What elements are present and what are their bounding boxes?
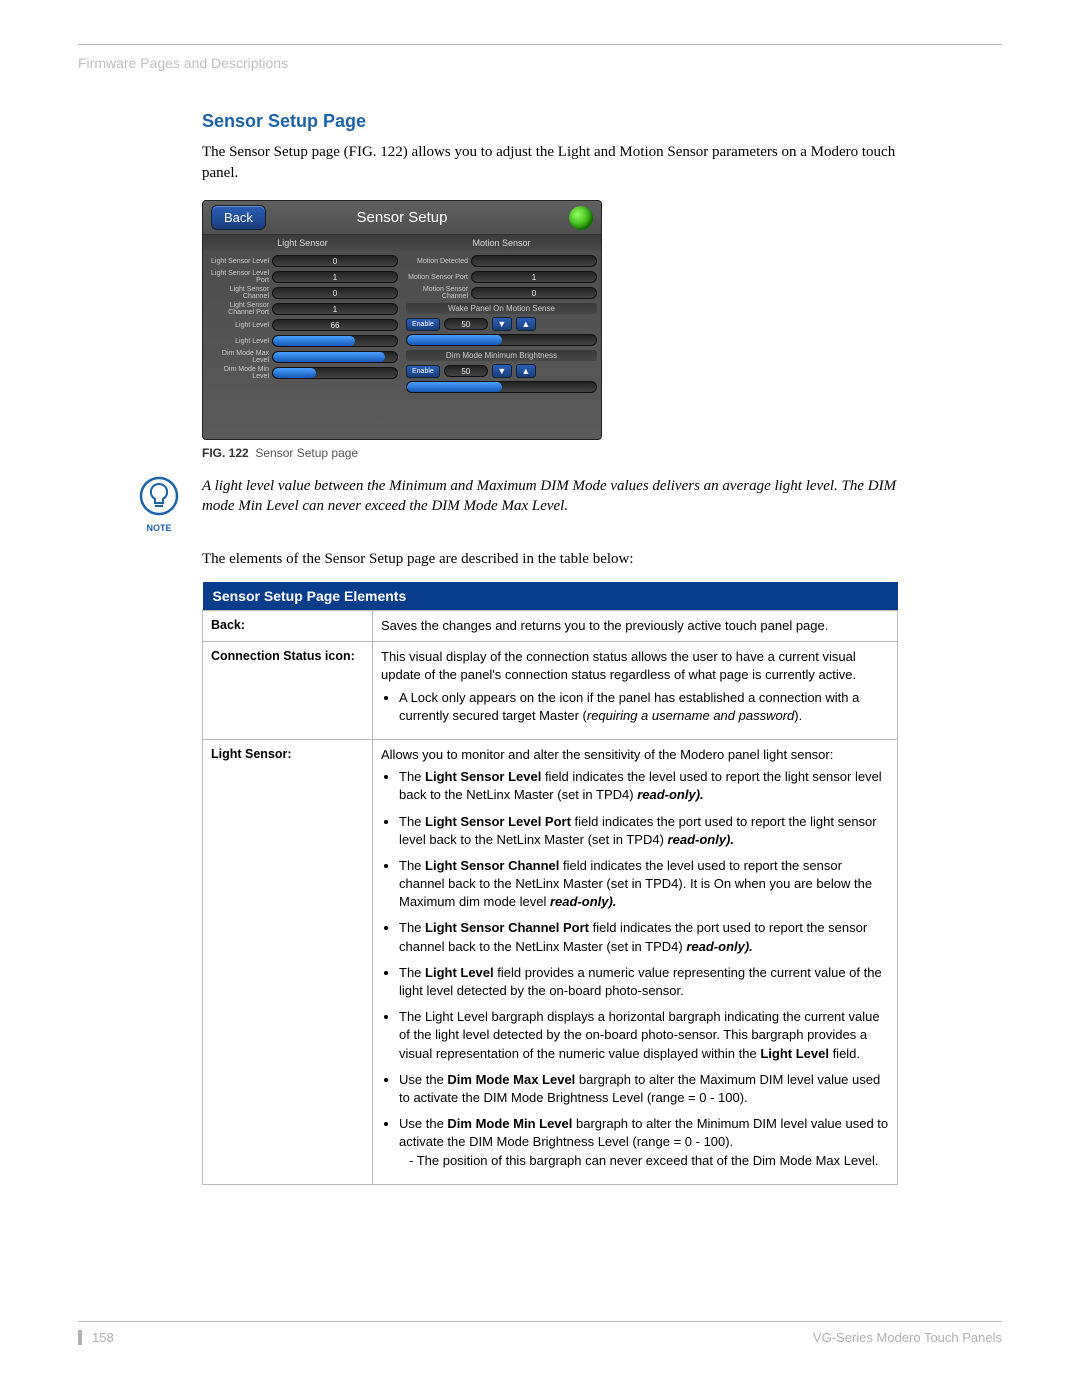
motion-sensor-channel: 0 [471, 287, 597, 299]
left-col-header: Light Sensor [203, 235, 402, 251]
wake-up-button[interactable]: ▲ [516, 317, 536, 331]
light-sensor-channel: 0 [272, 287, 398, 299]
dim-min-enable-button[interactable]: Enable [406, 365, 440, 378]
dim-min-down-button[interactable]: ▼ [492, 364, 512, 378]
back-button[interactable]: Back [211, 205, 266, 230]
intro-paragraph: The Sensor Setup page (FIG. 122) allows … [202, 142, 898, 184]
section-header: Firmware Pages and Descriptions [78, 45, 1002, 71]
motion-detected [471, 255, 597, 267]
figure-caption: FIG. 122 Sensor Setup page [202, 446, 898, 460]
sensor-setup-panel: Back Sensor Setup Light Sensor Motion Se… [202, 200, 602, 440]
motion-sensor-port: 1 [471, 271, 597, 283]
page-number: 158 [78, 1330, 114, 1345]
note-text: A light level value between the Minimum … [202, 476, 898, 517]
dim-min-section-label: Dim Mode Minimum Brightness [406, 350, 597, 361]
dim-mode-max-bargraph[interactable] [272, 351, 398, 363]
dim-min-up-button[interactable]: ▲ [516, 364, 536, 378]
table-intro: The elements of the Sensor Setup page ar… [202, 549, 898, 570]
note-label: NOTE [134, 523, 184, 533]
light-level-value: 66 [272, 319, 398, 331]
elements-table: Sensor Setup Page Elements Back: Saves t… [202, 582, 898, 1185]
wake-value: 50 [444, 318, 488, 330]
note-bulb-icon [139, 476, 179, 516]
connection-status-icon [569, 206, 593, 230]
dim-min-bargraph[interactable] [406, 381, 597, 393]
wake-bargraph[interactable] [406, 334, 597, 346]
dim-mode-min-bargraph[interactable] [272, 367, 398, 379]
figure-122: Back Sensor Setup Light Sensor Motion Se… [202, 200, 898, 460]
page-heading: Sensor Setup Page [202, 111, 898, 132]
doc-title: VG-Series Modero Touch Panels [813, 1330, 1002, 1345]
wake-section-label: Wake Panel On Motion Sense [406, 303, 597, 314]
light-level-bargraph[interactable] [272, 335, 398, 347]
dim-min-value: 50 [444, 365, 488, 377]
table-row: Back: Saves the changes and returns you … [203, 611, 898, 642]
table-row: Connection Status icon: This visual disp… [203, 642, 898, 740]
table-title: Sensor Setup Page Elements [203, 582, 898, 611]
right-col-header: Motion Sensor [402, 235, 601, 251]
wake-enable-button[interactable]: Enable [406, 318, 440, 331]
light-sensor-channel-port: 1 [272, 303, 398, 315]
table-row: Light Sensor: Allows you to monitor and … [203, 739, 898, 1184]
light-sensor-level: 0 [272, 255, 398, 267]
wake-down-button[interactable]: ▼ [492, 317, 512, 331]
light-sensor-level-port: 1 [272, 271, 398, 283]
